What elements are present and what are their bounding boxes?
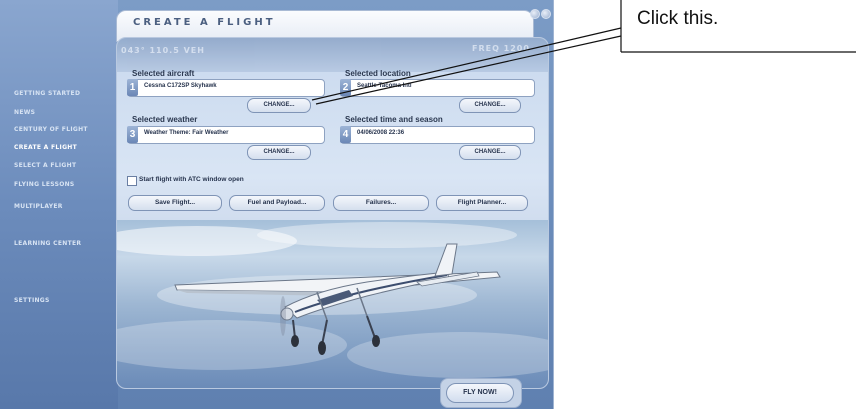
callout-annotation	[311, 0, 856, 105]
callout-text: Click this.	[637, 8, 719, 29]
